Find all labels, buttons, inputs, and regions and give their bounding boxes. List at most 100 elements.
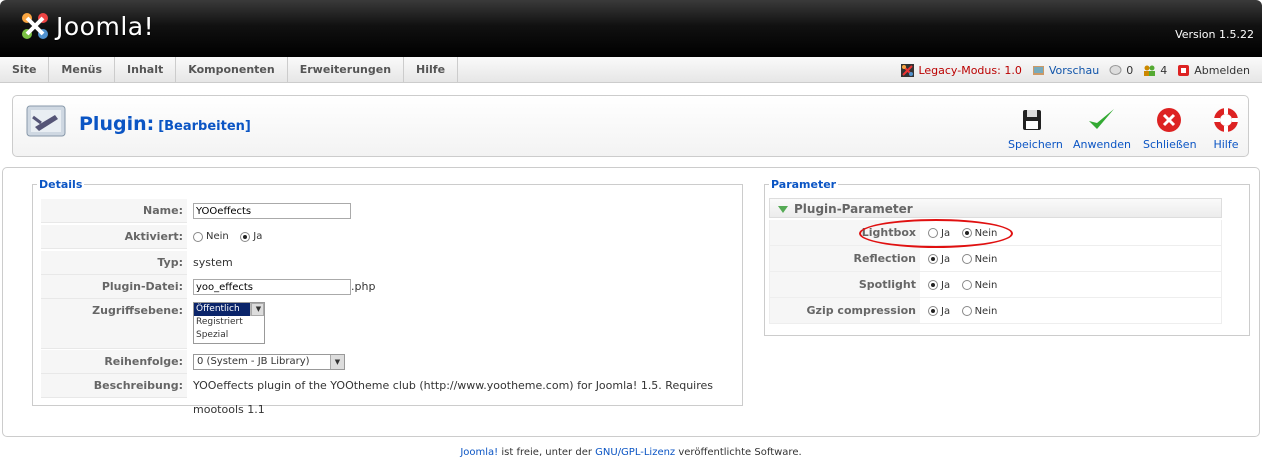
- description-value: YOOeffects plugin of the YOOtheme club (…: [193, 379, 714, 416]
- plugin-parameters-header[interactable]: Plugin-Parameter: [769, 198, 1222, 218]
- users-count-value: 4: [1160, 63, 1168, 77]
- checkmark-icon: [1089, 109, 1114, 129]
- close-icon: [1157, 108, 1181, 132]
- legacy-icon: [901, 63, 915, 77]
- footer: Joomla! ist freie, unter der GNU/GPL-Liz…: [0, 447, 1262, 458]
- save-label: Speichern: [1008, 138, 1063, 151]
- gzip-no-label: Nein: [974, 305, 998, 317]
- enabled-label: Aktiviert:: [41, 225, 187, 249]
- page-subtitle: [Bearbeiten]: [158, 119, 251, 134]
- messages-count-value: 0: [1126, 63, 1134, 77]
- logout-label: Abmelden: [1194, 63, 1250, 77]
- menu-bar: Site Menüs Inhalt Komponenten Erweiterun…: [0, 57, 1262, 83]
- scroll-down-icon[interactable]: ▼: [251, 303, 264, 316]
- type-value: system: [193, 256, 233, 269]
- enabled-yes-label: Ja: [253, 231, 263, 242]
- highlight-ellipse: [859, 219, 1013, 248]
- spotlight-yes-radio[interactable]: [928, 280, 938, 290]
- access-option-special[interactable]: Spezial: [194, 329, 264, 342]
- menu-help[interactable]: Hilfe: [404, 57, 459, 83]
- spotlight-no-radio[interactable]: [961, 280, 972, 290]
- save-icon: [1023, 110, 1041, 130]
- menu-components[interactable]: Komponenten: [176, 57, 288, 83]
- logout-link[interactable]: Abmelden: [1177, 64, 1250, 77]
- enabled-no-label: Nein: [206, 231, 229, 242]
- access-row: Zugriffsebene: Öffentlich Registriert Sp…: [41, 299, 738, 349]
- access-option-public[interactable]: Öffentlich: [194, 303, 250, 316]
- gzip-yes-label: Ja: [941, 305, 951, 317]
- order-row: Reihenfolge: 0 (System - JB Library) ▼: [41, 350, 738, 374]
- preview-icon: [1032, 65, 1044, 75]
- logout-icon: [1178, 64, 1190, 76]
- preview-label: Vorschau: [1048, 63, 1100, 77]
- order-label: Reihenfolge:: [41, 350, 187, 374]
- enabled-row: Aktiviert: Nein Ja: [41, 225, 738, 249]
- footer-joomla-link[interactable]: Joomla!: [460, 447, 498, 458]
- legacy-mode-link[interactable]: Legacy-Modus: 1.0: [901, 63, 1022, 77]
- footer-text-1: ist freie, unter der: [498, 447, 596, 458]
- name-label: Name:: [41, 199, 187, 223]
- access-listbox[interactable]: Öffentlich Registriert Spezial ▲ ▼: [193, 302, 265, 344]
- lifebuoy-icon: [1214, 108, 1238, 132]
- preview-link[interactable]: Vorschau: [1032, 64, 1099, 77]
- help-button[interactable]: Hilfe: [1209, 104, 1243, 151]
- param-row-spotlight: Spotlight Ja Nein: [769, 272, 1222, 298]
- reflection-yes-radio[interactable]: [928, 254, 938, 264]
- spotlight-yes-label: Ja: [941, 279, 951, 291]
- close-button[interactable]: Schließen: [1143, 104, 1197, 151]
- param-row-reflection: Reflection Ja Nein: [769, 246, 1222, 272]
- file-row: Plugin-Datei: .php: [41, 275, 738, 299]
- close-label: Schließen: [1143, 138, 1197, 151]
- parameters-legend: Parameter: [771, 178, 837, 191]
- order-select[interactable]: 0 (System - JB Library) ▼: [193, 354, 345, 370]
- enabled-no-radio[interactable]: [193, 232, 203, 242]
- access-label: Zugriffsebene:: [41, 299, 187, 349]
- file-label: Plugin-Datei:: [41, 275, 187, 299]
- file-input[interactable]: [193, 279, 351, 295]
- spotlight-no-label: Nein: [974, 279, 998, 291]
- plugin-parameters-title: Plugin-Parameter: [794, 202, 913, 216]
- apply-button[interactable]: Anwenden: [1073, 104, 1131, 151]
- description-row: Beschreibung: YOOeffects plugin of the Y…: [41, 374, 738, 416]
- access-option-registered[interactable]: Registriert: [194, 316, 264, 329]
- type-label: Typ:: [41, 251, 187, 275]
- toolbar-box: Plugin: [Bearbeiten] Speichern Anwenden S…: [12, 95, 1249, 157]
- order-select-value: 0 (System - JB Library): [197, 356, 310, 367]
- gzip-no-radio[interactable]: [961, 306, 972, 316]
- param-row-gzip: Gzip compression Ja Nein: [769, 298, 1222, 324]
- messages-count[interactable]: 0: [1109, 64, 1133, 77]
- name-row: Name:: [41, 199, 738, 223]
- apply-label: Anwenden: [1073, 138, 1131, 151]
- menu-extensions[interactable]: Erweiterungen: [288, 57, 405, 83]
- param-label: Gzip compression: [770, 298, 920, 323]
- footer-text-2: veröffentlichte Software.: [675, 447, 802, 458]
- menu-menus[interactable]: Menüs: [49, 57, 116, 83]
- chevron-down-icon: ▼: [330, 355, 344, 369]
- reflection-no-radio[interactable]: [961, 254, 972, 264]
- header-bar: Joomla! Version 1.5.22: [0, 0, 1262, 57]
- messages-icon: [1109, 64, 1122, 75]
- joomla-logo: Joomla!: [18, 8, 154, 44]
- file-extension: .php: [351, 280, 376, 293]
- access-scrollbar[interactable]: ▲ ▼: [250, 303, 264, 316]
- description-label: Beschreibung:: [41, 374, 187, 398]
- help-label: Hilfe: [1213, 138, 1239, 151]
- save-button[interactable]: Speichern: [1008, 104, 1063, 151]
- param-label: Spotlight: [770, 272, 920, 297]
- type-row: Typ: system: [41, 251, 738, 275]
- users-count[interactable]: 4: [1143, 64, 1167, 77]
- joomla-logo-icon: [22, 13, 48, 39]
- menu-content[interactable]: Inhalt: [115, 57, 177, 83]
- reflection-no-label: Nein: [974, 253, 998, 265]
- details-legend: Details: [39, 178, 83, 191]
- status-bar: Legacy-Modus: 1.0 Vorschau 0 4 Abmelden: [891, 57, 1250, 83]
- param-label: Reflection: [770, 246, 920, 271]
- page-title-text: Plugin:: [79, 113, 155, 135]
- gzip-yes-radio[interactable]: [928, 306, 938, 316]
- enabled-yes-radio[interactable]: [240, 232, 251, 242]
- menu-site[interactable]: Site: [0, 57, 50, 83]
- logo-text: Joomla!: [56, 11, 155, 41]
- footer-license-link[interactable]: GNU/GPL-Lizenz: [595, 447, 675, 458]
- page-title: Plugin: [Bearbeiten]: [79, 113, 251, 135]
- name-input[interactable]: [193, 203, 351, 219]
